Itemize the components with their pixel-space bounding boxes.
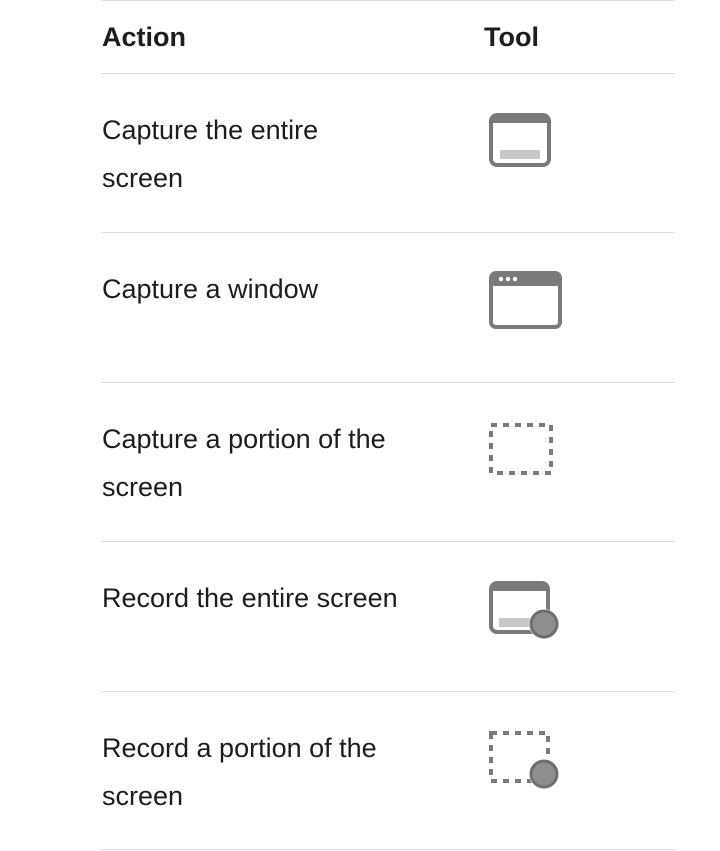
action-capture-entire-screen: Capture the entire screen <box>102 115 319 193</box>
screenshot-tools-table: Action Tool Capture the entire screen Ca… <box>101 0 675 850</box>
record-entire-screen-icon <box>489 581 559 639</box>
table-header-row: Action Tool <box>101 0 675 73</box>
column-header-action: Action <box>102 22 186 52</box>
action-capture-portion: Capture a portion of the screen <box>102 424 386 502</box>
column-header-tool: Tool <box>484 22 539 52</box>
action-record-portion: Record a portion of the screen <box>102 733 377 811</box>
table-row: Record a portion of the screen <box>101 691 675 850</box>
table-row: Record the entire screen <box>101 541 675 691</box>
action-record-entire-screen: Record the entire screen <box>102 583 398 613</box>
table-row: Capture the entire screen <box>101 73 675 232</box>
capture-window-icon <box>489 271 562 329</box>
table-row: Capture a window <box>101 232 675 382</box>
record-portion-icon <box>489 731 559 789</box>
action-capture-window: Capture a window <box>102 274 319 304</box>
capture-portion-icon <box>489 423 553 475</box>
table-row: Capture a portion of the screen <box>101 382 675 541</box>
capture-entire-screen-icon <box>489 113 551 167</box>
